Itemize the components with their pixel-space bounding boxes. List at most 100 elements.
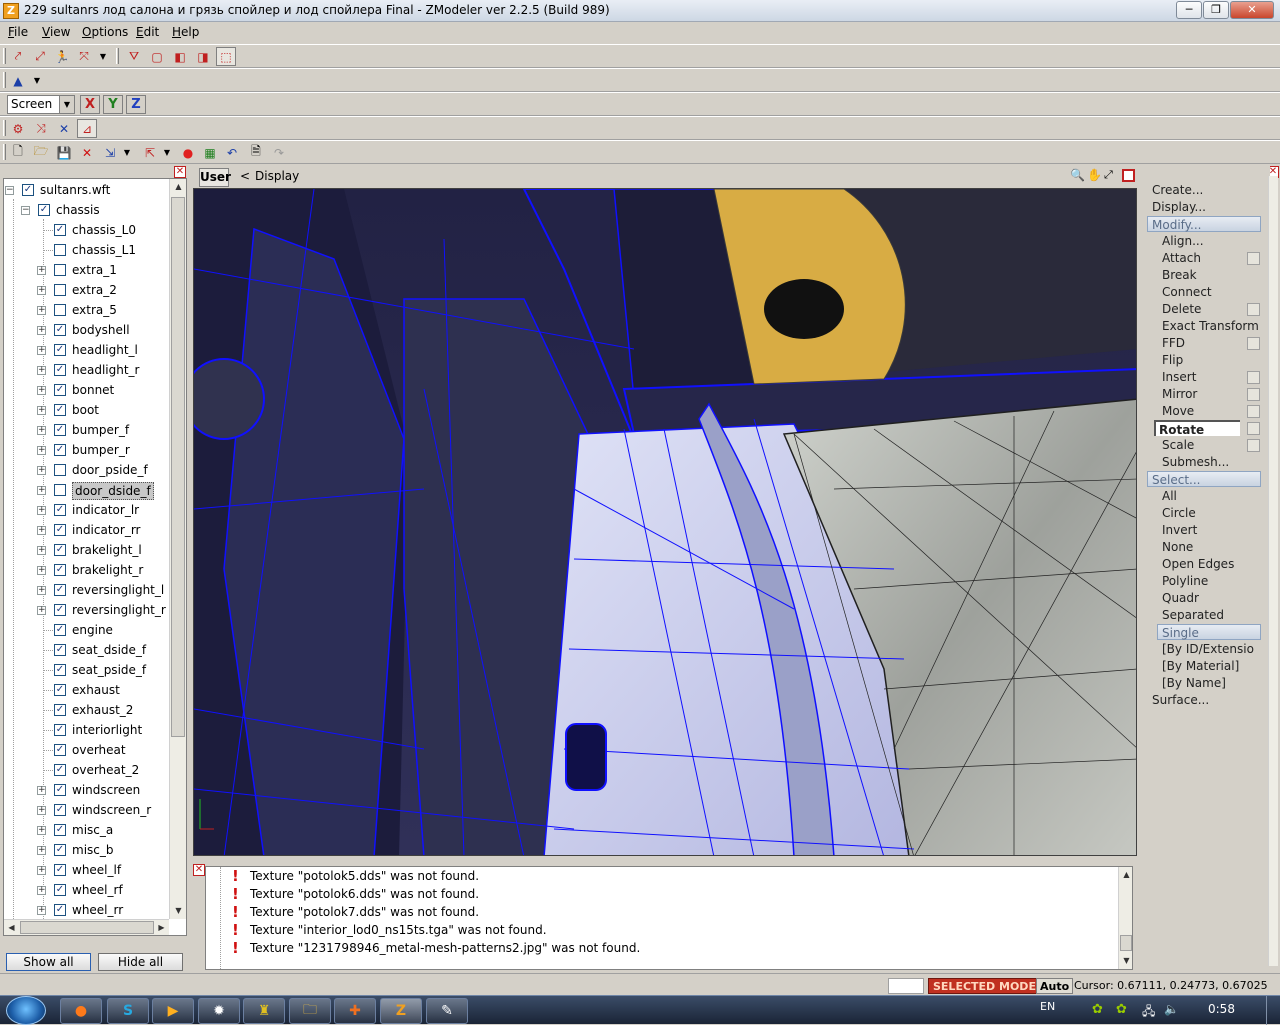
toolbar-grip[interactable] [3, 120, 6, 136]
tree-item-extra-1[interactable]: + extra_1 [4, 260, 169, 280]
tree-root[interactable]: − ✓ sultanrs.wft [4, 180, 169, 200]
checkbox-checked-icon[interactable]: ✓ [54, 804, 66, 816]
scroll-left-icon[interactable]: ◀ [4, 920, 19, 935]
cmd-modify-connect[interactable]: Connect [1162, 284, 1212, 300]
checkbox-checked-icon[interactable]: ✓ [22, 184, 34, 196]
pivot-icon[interactable]: ▲ [8, 71, 28, 90]
checkbox-checked-icon[interactable]: ✓ [54, 384, 66, 396]
snap-angle-icon[interactable]: ⊿ [77, 119, 97, 138]
tree-item-bumper-f[interactable]: + ✓ bumper_f [4, 420, 169, 440]
toolbar-grip[interactable] [3, 72, 6, 88]
cmd-select-circle[interactable]: Circle [1162, 505, 1196, 521]
dropdown-arrow-icon[interactable]: ▼ [96, 47, 110, 66]
tree-item-exhaust[interactable]: ✓ exhaust [4, 680, 169, 700]
axis-z-button[interactable]: Z [126, 95, 146, 114]
close-button[interactable]: ✕ [1230, 1, 1274, 19]
cmd-options-box[interactable] [1247, 337, 1260, 350]
cmd-modify-submesh[interactable]: Submesh... [1162, 454, 1229, 470]
checkbox-checked-icon[interactable]: ✓ [38, 204, 50, 216]
expand-icon[interactable]: + [37, 546, 46, 555]
checkbox-checked-icon[interactable]: ✓ [54, 404, 66, 416]
tree-item-exhaust-2[interactable]: ✓ exhaust_2 [4, 700, 169, 720]
cmd-modify-attach[interactable]: Attach [1162, 250, 1201, 266]
checkbox-checked-icon[interactable]: ✓ [54, 904, 66, 916]
import-icon[interactable]: ⇲ [100, 143, 120, 162]
tree-item-bodyshell[interactable]: + ✓ bodyshell [4, 320, 169, 340]
cmd-select-polyline[interactable]: Polyline [1162, 573, 1208, 589]
chevron-down-icon[interactable]: ▼ [59, 96, 74, 113]
cmd-select-single[interactable]: Single [1157, 624, 1261, 640]
checkbox-checked-icon[interactable]: ✓ [54, 544, 66, 556]
cmd-select[interactable]: Select... [1147, 471, 1261, 487]
checkbox-checked-icon[interactable]: ✓ [54, 604, 66, 616]
tree-item-door-dside-f[interactable]: + door_dside_f [4, 480, 169, 500]
cmd-modify-mirror[interactable]: Mirror [1162, 386, 1197, 402]
scroll-down-icon[interactable]: ▼ [1119, 953, 1132, 968]
checkbox-checked-icon[interactable]: ✓ [54, 864, 66, 876]
zmodeler-task-icon[interactable]: Z [380, 998, 422, 1024]
checkbox-checked-icon[interactable]: ✓ [54, 844, 66, 856]
cmd-modify-ffd[interactable]: FFD [1162, 335, 1185, 351]
expand-icon[interactable]: + [37, 886, 46, 895]
space-combo[interactable]: Screen ▼ [7, 95, 75, 114]
new-file-icon[interactable]: 🗋 [8, 143, 28, 162]
expand-icon[interactable]: + [37, 866, 46, 875]
cmd-options-box[interactable] [1247, 388, 1260, 401]
tree-item-brakelight-r[interactable]: + ✓ brakelight_r [4, 560, 169, 580]
scroll-up-icon[interactable]: ▲ [1119, 867, 1132, 882]
vertex-mode-icon[interactable]: ⛛ [124, 47, 144, 66]
expand-icon[interactable]: + [37, 506, 46, 515]
collapse-icon[interactable]: − [21, 206, 30, 215]
media-player-task-icon[interactable]: ▶ [152, 998, 194, 1024]
tree-item-indicator-lr[interactable]: + ✓ indicator_lr [4, 500, 169, 520]
tree-item-door-pside-f[interactable]: + door_pside_f [4, 460, 169, 480]
expand-icon[interactable]: + [37, 306, 46, 315]
checkbox-checked-icon[interactable]: ✓ [54, 444, 66, 456]
tree-item-bonnet[interactable]: + ✓ bonnet [4, 380, 169, 400]
vertex-tool-icon[interactable]: ⤢ [30, 47, 50, 66]
skype-task-icon[interactable]: S [107, 998, 149, 1024]
zoom-icon[interactable]: 🔍 [1070, 168, 1086, 184]
cmd-select-quadr[interactable]: Quadr [1162, 590, 1199, 606]
tree-item-windscreen[interactable]: + ✓ windscreen [4, 780, 169, 800]
transform-tool-icon[interactable]: ⤧ [74, 47, 94, 66]
cmd-options-box[interactable] [1247, 371, 1260, 384]
dropdown-arrow-icon[interactable]: ▼ [30, 71, 44, 90]
tree-item-overheat-2[interactable]: ✓ overheat_2 [4, 760, 169, 780]
app-task-icon[interactable]: ✹ [198, 998, 240, 1024]
cmd-modify-rotate[interactable]: Rotate [1154, 420, 1240, 437]
element-mode-icon[interactable]: ⬚ [216, 47, 236, 66]
checkbox-icon[interactable] [54, 244, 66, 256]
cmd-modify[interactable]: Modify... [1147, 216, 1261, 232]
checkbox-icon[interactable] [54, 304, 66, 316]
cmd-options-box[interactable] [1247, 303, 1260, 316]
cmd-select-separated[interactable]: Separated [1162, 607, 1224, 623]
expand-icon[interactable]: + [37, 446, 46, 455]
snap-icon[interactable]: ⚙ [8, 119, 28, 138]
edge-mode-icon[interactable]: ▢ [147, 47, 167, 66]
tree-item-reversinglight-l[interactable]: + ✓ reversinglight_l [4, 580, 169, 600]
close-log-panel-icon[interactable]: ✕ [193, 864, 205, 876]
menu-help[interactable]: Help [172, 25, 199, 39]
checkbox-checked-icon[interactable]: ✓ [54, 884, 66, 896]
cmd-options-box[interactable] [1247, 439, 1260, 452]
tree-item-seat-pside-f[interactable]: ✓ seat_pside_f [4, 660, 169, 680]
tree-item-chassis-L1[interactable]: chassis_L1 [4, 240, 169, 260]
toolbar-grip[interactable] [3, 48, 6, 64]
expand-icon[interactable]: + [37, 486, 46, 495]
scroll-up-icon[interactable]: ▲ [171, 179, 186, 194]
object-mode-icon[interactable]: ◨ [193, 47, 213, 66]
clock[interactable]: 0:58 [1208, 1002, 1235, 1016]
figure-tool-icon[interactable]: 🏃 [52, 47, 72, 66]
scroll-down-icon[interactable]: ▼ [171, 903, 186, 918]
breadcrumb-back[interactable]: < [240, 169, 250, 183]
scroll-right-icon[interactable]: ▶ [154, 920, 169, 935]
cmd-modify-flip[interactable]: Flip [1162, 352, 1183, 368]
tree-node-chassis[interactable]: − ✓ chassis [4, 200, 169, 220]
cmd-create[interactable]: Create... [1152, 182, 1203, 198]
expand-icon[interactable]: + [37, 286, 46, 295]
tree-item-reversinglight-r[interactable]: + ✓ reversinglight_r [4, 600, 169, 620]
snap-grid-icon[interactable]: ✕ [54, 119, 74, 138]
tools-task-icon[interactable]: ✚ [334, 998, 376, 1024]
tree-item-indicator-rr[interactable]: + ✓ indicator_rr [4, 520, 169, 540]
